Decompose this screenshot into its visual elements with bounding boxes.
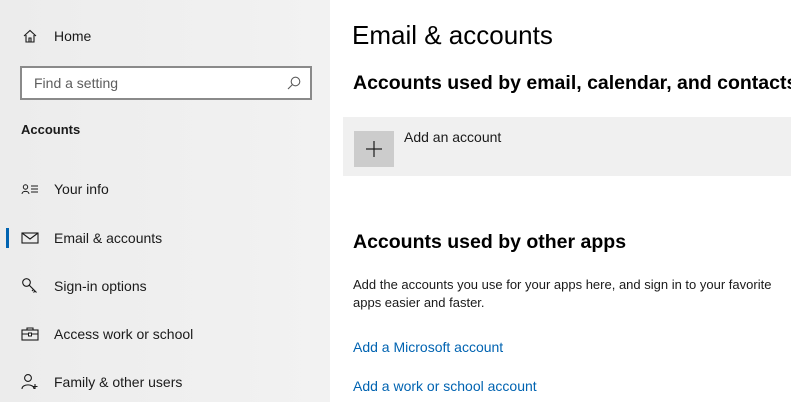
sidebar-item-home[interactable]: Home	[0, 16, 330, 56]
add-account-button[interactable]: Add an account	[343, 117, 791, 176]
plus-icon	[354, 131, 394, 167]
person-add-icon	[20, 372, 40, 392]
sidebar-item-access-work-school[interactable]: Access work or school	[0, 314, 330, 354]
main-content: Email & accounts Accounts used by email,…	[330, 0, 791, 402]
sidebar-item-family-other-users[interactable]: Family & other users	[0, 362, 330, 402]
sidebar-item-label: Access work or school	[54, 326, 194, 342]
email-section-heading: Accounts used by email, calendar, and co…	[353, 72, 791, 94]
envelope-icon	[20, 228, 40, 248]
sidebar: Home Accounts Your info Email & accounts…	[0, 0, 330, 402]
search-input[interactable]	[22, 68, 272, 98]
briefcase-icon	[20, 324, 40, 344]
add-account-label: Add an account	[404, 129, 502, 145]
search-box	[20, 66, 312, 100]
sidebar-item-label: Family & other users	[54, 374, 183, 390]
add-microsoft-account-link[interactable]: Add a Microsoft account	[353, 339, 503, 355]
other-apps-description: Add the accounts you use for your apps h…	[353, 277, 772, 310]
page-title: Email & accounts	[352, 20, 553, 50]
sidebar-item-label: Sign-in options	[54, 278, 147, 294]
section-heading-accounts: Accounts	[21, 122, 81, 137]
key-icon	[20, 276, 40, 296]
sidebar-item-label: Email & accounts	[54, 230, 163, 246]
add-work-school-account-link[interactable]: Add a work or school account	[353, 378, 537, 394]
other-apps-section-heading: Accounts used by other apps	[353, 231, 627, 253]
sidebar-item-label: Home	[54, 28, 92, 44]
sidebar-item-email-accounts[interactable]: Email & accounts	[0, 218, 330, 258]
search-icon[interactable]	[286, 75, 302, 91]
sidebar-item-label: Your info	[54, 181, 109, 197]
sidebar-item-your-info[interactable]: Your info	[0, 169, 330, 209]
sidebar-item-sign-in-options[interactable]: Sign-in options	[0, 266, 330, 306]
home-icon	[20, 26, 40, 46]
person-card-icon	[20, 179, 40, 199]
